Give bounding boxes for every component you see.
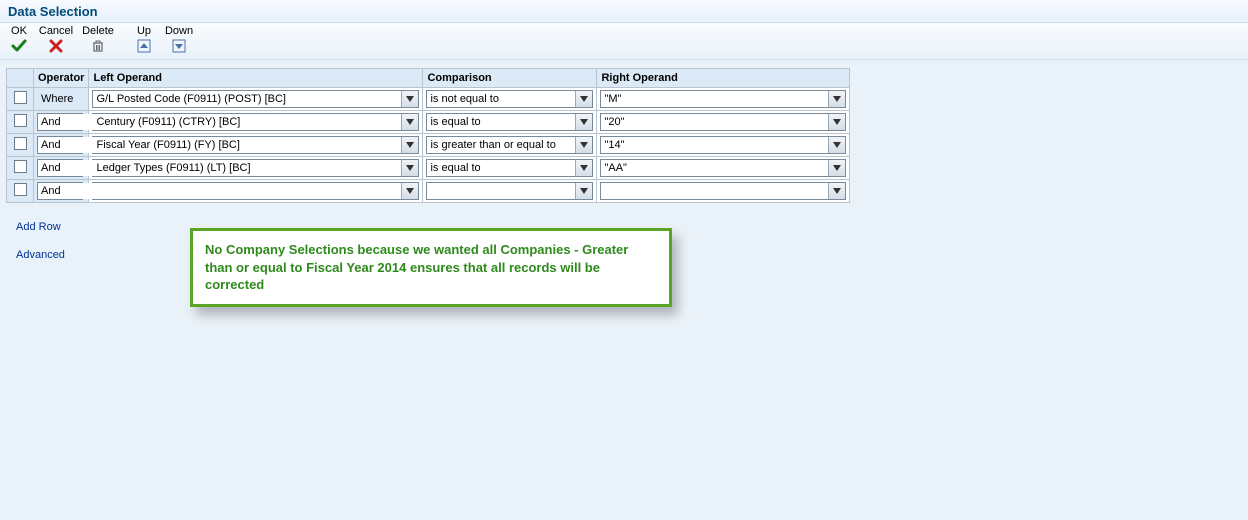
comparison-combo[interactable] — [426, 159, 593, 177]
criteria-row: Where — [7, 88, 850, 111]
right-operand-combo[interactable] — [600, 159, 846, 177]
check-icon[interactable] — [9, 37, 29, 55]
cancel-tool[interactable]: Cancel — [38, 25, 74, 55]
page-title: Data Selection — [0, 0, 1248, 23]
criteria-row — [7, 134, 850, 157]
down-tool[interactable]: Down — [162, 25, 196, 55]
chevron-down-icon[interactable] — [401, 137, 418, 153]
right-operand-combo[interactable] — [600, 136, 846, 154]
left-operand-combo[interactable] — [92, 159, 419, 177]
comparison-combo-input[interactable] — [427, 183, 575, 199]
row-checkbox[interactable] — [14, 183, 27, 196]
chevron-down-icon[interactable] — [575, 160, 592, 176]
comparison-combo-input[interactable] — [427, 91, 575, 107]
left-operand-combo[interactable] — [92, 136, 419, 154]
chevron-down-icon[interactable] — [828, 91, 845, 107]
operator-combo[interactable] — [37, 113, 83, 131]
col-comparison: Comparison — [423, 69, 597, 88]
right-operand-combo-input[interactable] — [601, 91, 828, 107]
annotation-callout: No Company Selections because we wanted … — [190, 228, 672, 307]
toolbar: OK Cancel Delete Up Down — [0, 23, 1248, 60]
right-operand-combo-input[interactable] — [601, 160, 828, 176]
chevron-down-icon[interactable] — [401, 183, 418, 199]
trash-icon[interactable] — [88, 37, 108, 55]
down-label: Down — [165, 25, 193, 37]
chevron-down-icon[interactable] — [575, 183, 592, 199]
operator-text: Where — [37, 93, 73, 105]
left-operand-combo[interactable] — [92, 90, 419, 108]
right-operand-combo-input[interactable] — [601, 114, 828, 130]
criteria-row — [7, 111, 850, 134]
ok-label: OK — [11, 25, 27, 37]
operator-combo[interactable] — [37, 182, 83, 200]
col-operator: Operator — [34, 69, 89, 88]
delete-label: Delete — [82, 25, 114, 37]
left-operand-combo-input[interactable] — [93, 160, 401, 176]
table-header-row: Operator Left Operand Comparison Right O… — [7, 69, 850, 88]
col-right-operand: Right Operand — [597, 69, 850, 88]
chevron-down-icon[interactable] — [575, 91, 592, 107]
comparison-combo[interactable] — [426, 136, 593, 154]
left-operand-combo-input[interactable] — [93, 137, 401, 153]
comparison-combo[interactable] — [426, 90, 593, 108]
comparison-combo-input[interactable] — [427, 160, 575, 176]
right-operand-combo-input[interactable] — [601, 183, 828, 199]
delete-tool[interactable]: Delete — [80, 25, 116, 55]
comparison-combo[interactable] — [426, 182, 593, 200]
comparison-combo-input[interactable] — [427, 114, 575, 130]
criteria-row — [7, 180, 850, 203]
up-label: Up — [137, 25, 151, 37]
left-operand-combo-input[interactable] — [93, 91, 401, 107]
chevron-down-icon[interactable] — [401, 91, 418, 107]
row-checkbox[interactable] — [14, 137, 27, 150]
chevron-down-icon[interactable] — [575, 137, 592, 153]
criteria-table: Operator Left Operand Comparison Right O… — [6, 68, 850, 203]
criteria-row — [7, 157, 850, 180]
chevron-down-icon[interactable] — [828, 183, 845, 199]
comparison-combo-input[interactable] — [427, 137, 575, 153]
left-operand-combo-input[interactable] — [93, 183, 401, 199]
row-checkbox[interactable] — [14, 160, 27, 173]
x-icon[interactable] — [46, 37, 66, 55]
chevron-down-icon[interactable] — [828, 160, 845, 176]
chevron-down-icon[interactable] — [401, 160, 418, 176]
left-operand-combo[interactable] — [92, 182, 419, 200]
up-tool[interactable]: Up — [132, 25, 156, 55]
right-operand-combo-input[interactable] — [601, 137, 828, 153]
row-checkbox[interactable] — [14, 91, 27, 104]
chevron-down-icon[interactable] — [828, 114, 845, 130]
arrow-down-icon[interactable] — [169, 37, 189, 55]
chevron-down-icon[interactable] — [828, 137, 845, 153]
right-operand-combo[interactable] — [600, 182, 846, 200]
ok-tool[interactable]: OK — [6, 25, 32, 55]
arrow-up-icon[interactable] — [134, 37, 154, 55]
left-operand-combo-input[interactable] — [93, 114, 401, 130]
col-check — [7, 69, 34, 88]
col-left-operand: Left Operand — [89, 69, 423, 88]
left-operand-combo[interactable] — [92, 113, 419, 131]
chevron-down-icon[interactable] — [575, 114, 592, 130]
right-operand-combo[interactable] — [600, 90, 846, 108]
comparison-combo[interactable] — [426, 113, 593, 131]
chevron-down-icon[interactable] — [401, 114, 418, 130]
operator-combo[interactable] — [37, 136, 83, 154]
cancel-label: Cancel — [39, 25, 73, 37]
operator-combo[interactable] — [37, 159, 83, 177]
right-operand-combo[interactable] — [600, 113, 846, 131]
row-checkbox[interactable] — [14, 114, 27, 127]
